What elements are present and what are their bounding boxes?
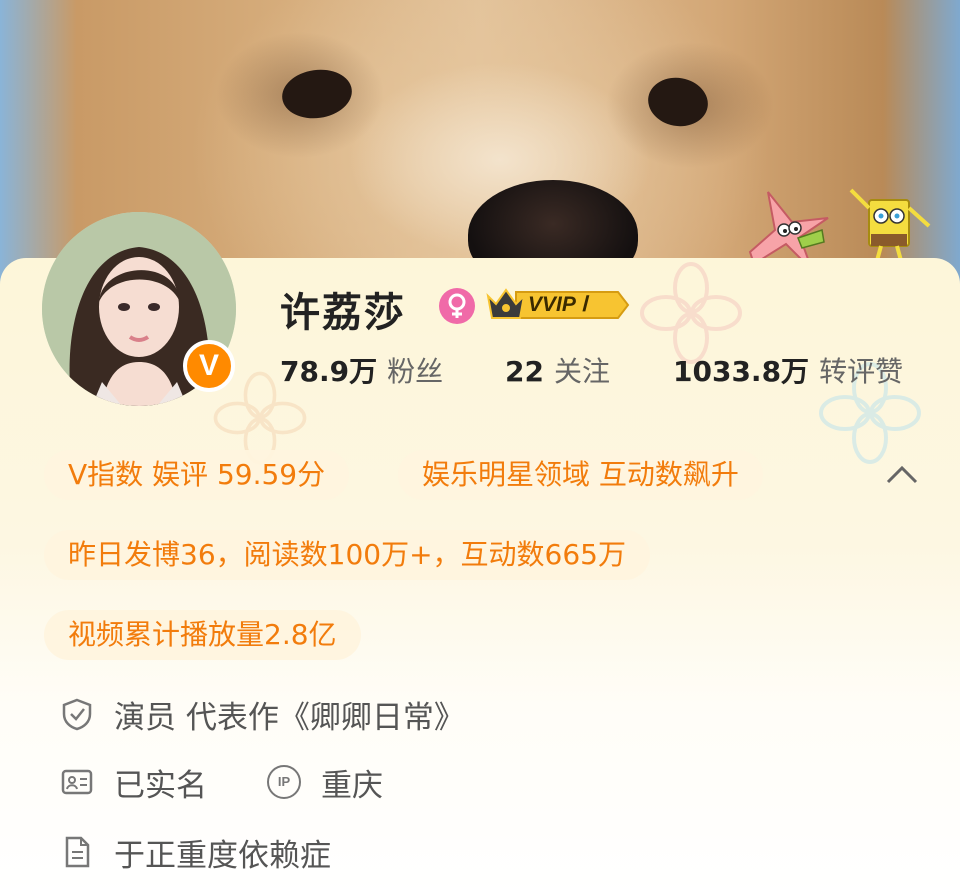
realname-text: 已实名 [114, 767, 207, 804]
certification-row[interactable]: 演员 代表作《卿卿日常》 [60, 692, 465, 736]
ip-location: IP 重庆 [267, 760, 383, 805]
shield-check-icon [62, 698, 92, 731]
chevron-up-icon[interactable] [884, 460, 920, 488]
yesterday-stats-tag[interactable]: 昨日发博36，阅读数100万+，互动数665万 [44, 530, 650, 580]
likes-label: 转评赞 [819, 355, 904, 388]
following-count: 22 [505, 355, 544, 388]
vvip-label: VVIP Ⅰ [528, 293, 588, 316]
bio-row[interactable]: 于正重度依赖症 [60, 830, 331, 874]
following-stat[interactable]: 22 关注 [505, 350, 610, 390]
followers-label: 粉丝 [387, 355, 444, 388]
profile-name: 许荔莎 [280, 290, 406, 336]
followers-count: 78.9万 [280, 355, 378, 388]
following-label: 关注 [553, 355, 610, 388]
certification-text: 演员 代表作《卿卿日常》 [114, 699, 465, 736]
cover-dog-left-eye [279, 65, 355, 123]
female-icon [439, 288, 475, 324]
ip-icon: IP [267, 765, 301, 799]
id-card-icon [61, 769, 93, 795]
domain-tag[interactable]: 娱乐明星领域 互动数飙升 [398, 450, 763, 500]
v-index-tag[interactable]: V指数 娱评 59.59分 [44, 450, 350, 500]
likes-count: 1033.8万 [673, 355, 810, 388]
document-icon [65, 836, 90, 868]
vvip-badge[interactable]: VVIP Ⅰ [486, 284, 630, 326]
verified-badge: V [183, 340, 235, 392]
likes-stat[interactable]: 1033.8万 转评赞 [673, 350, 903, 390]
bio-text: 于正重度依赖症 [114, 837, 331, 874]
cover-dog-right-eye [644, 73, 712, 131]
followers-stat[interactable]: 78.9万 粉丝 [280, 350, 443, 390]
realname-ip-row: 已实名 IP 重庆 [60, 760, 383, 804]
ip-location-text: 重庆 [321, 767, 383, 804]
video-plays-tag[interactable]: 视频累计播放量2.8亿 [44, 610, 361, 660]
